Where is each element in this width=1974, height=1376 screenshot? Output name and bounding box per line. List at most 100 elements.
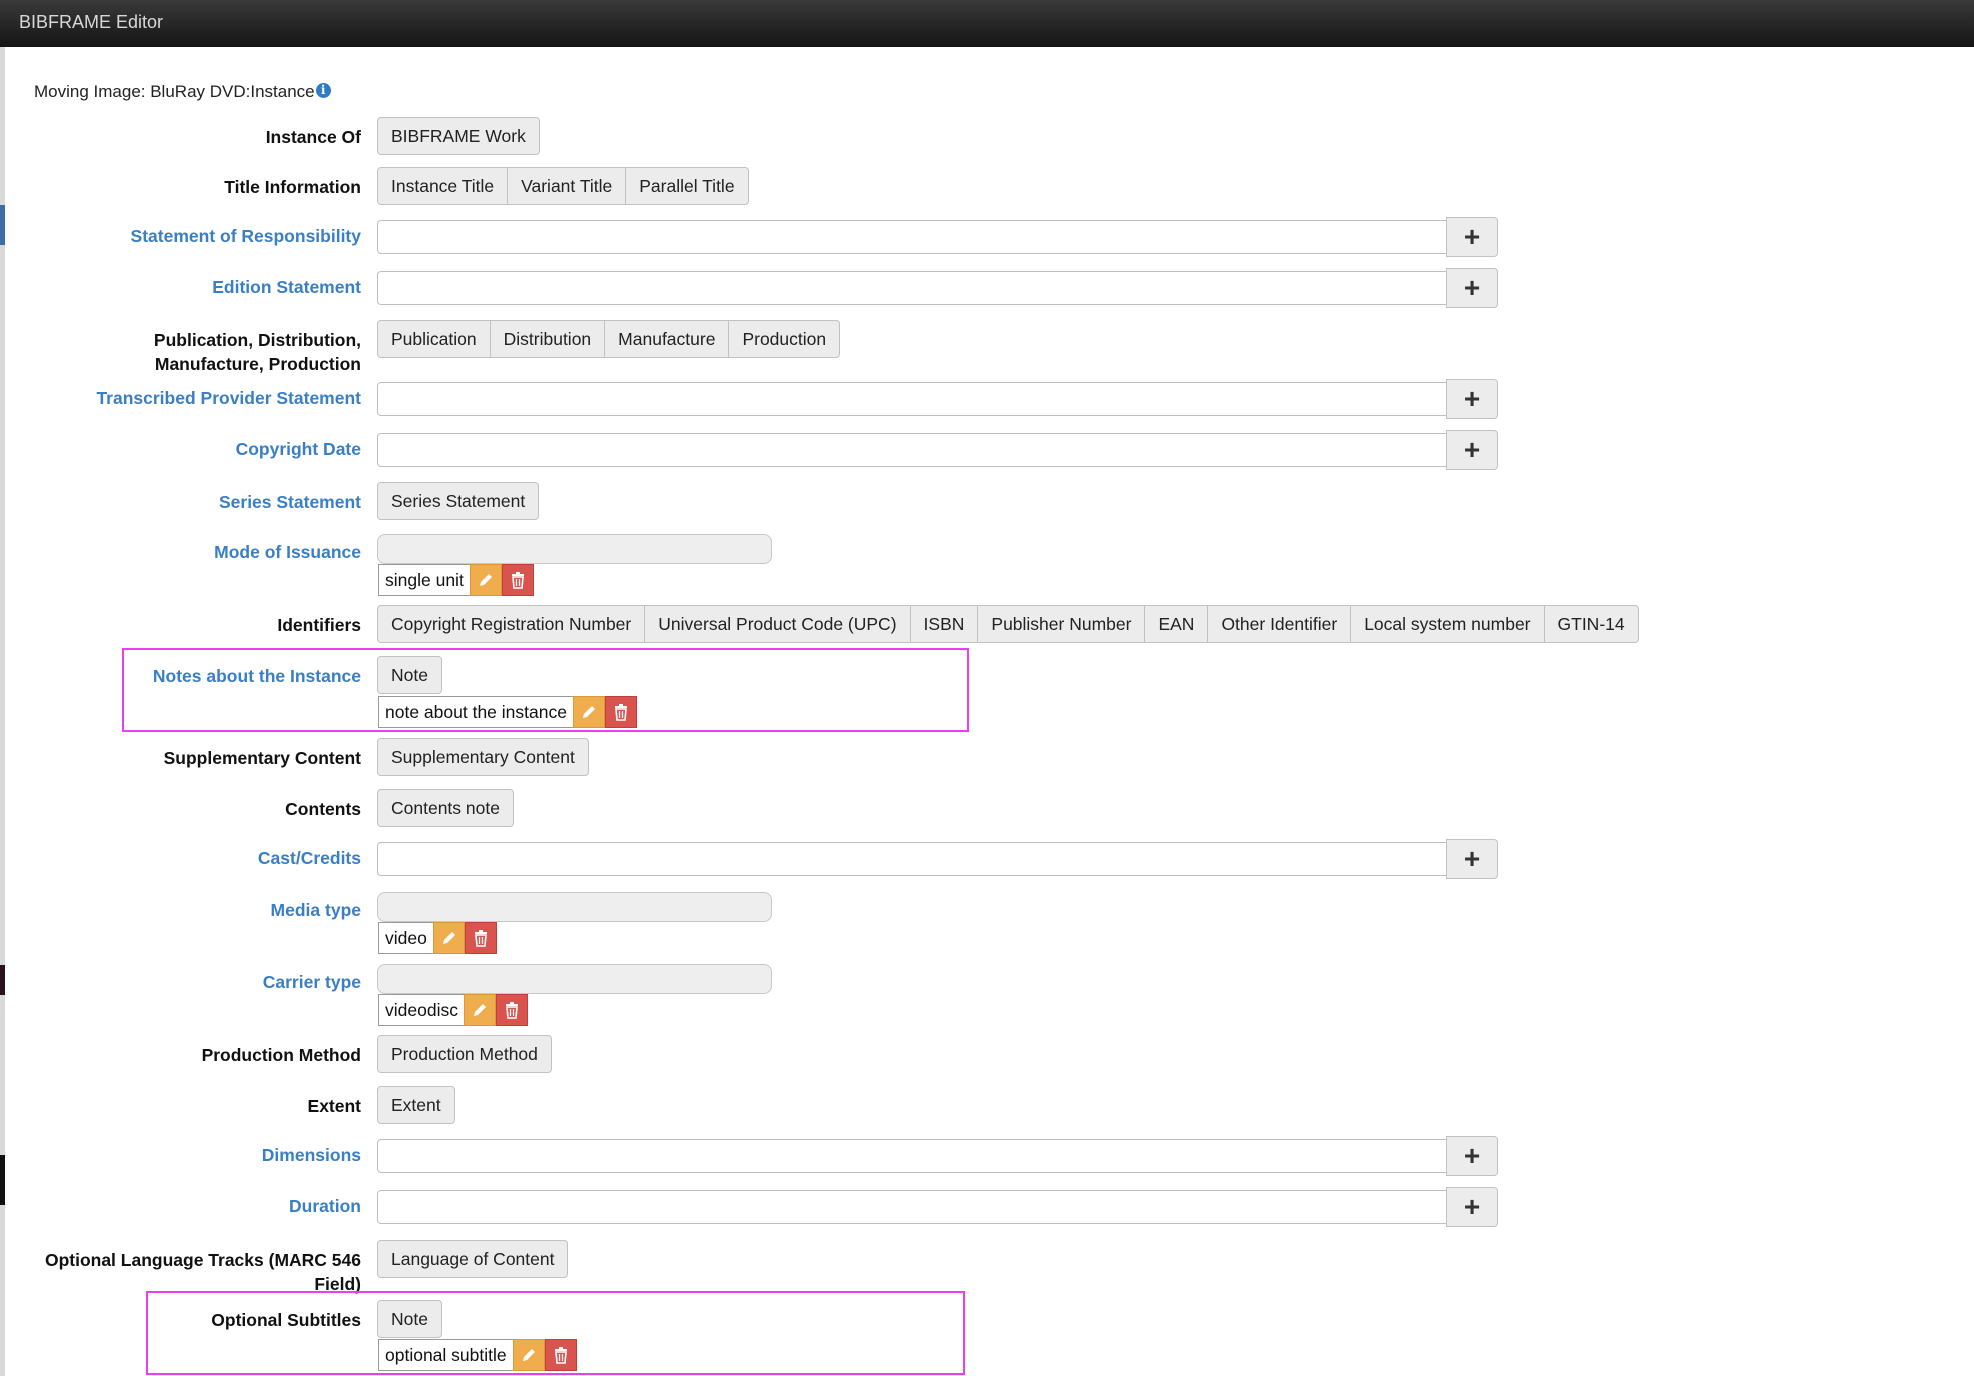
value-chip: videodisc [378, 994, 528, 1026]
field-label[interactable]: Transcribed Provider Statement [0, 386, 361, 410]
variant-title-button[interactable]: Variant Title [507, 167, 627, 205]
value-chip: single unit [378, 564, 534, 596]
isbn-button[interactable]: ISBN [909, 605, 979, 643]
note-button[interactable]: Note [377, 1300, 442, 1338]
trash-icon[interactable] [544, 1339, 577, 1371]
field-label[interactable]: Series Statement [0, 490, 361, 514]
plus-icon: + [1463, 383, 1481, 414]
manufacture-button[interactable]: Manufacture [604, 320, 730, 358]
plus-icon: + [1463, 272, 1481, 303]
button-group: BIBFRAME Work [377, 117, 540, 155]
other-identifier-button[interactable]: Other Identifier [1207, 605, 1352, 643]
publisher-number-button[interactable]: Publisher Number [977, 605, 1146, 643]
trash-icon[interactable] [495, 994, 528, 1026]
pencil-icon[interactable] [469, 564, 502, 596]
add-button[interactable]: + [1446, 379, 1498, 419]
info-icon[interactable]: i [315, 83, 331, 98]
contents-note-button[interactable]: Contents note [377, 789, 514, 827]
field-label: Supplementary Content [163, 748, 361, 768]
field-label[interactable]: Notes about the Instance [0, 664, 361, 688]
button-group: Language of Content [377, 1240, 569, 1278]
button-group: Note [377, 656, 442, 694]
trash-icon[interactable] [604, 696, 637, 728]
media-type-lookup-input[interactable] [377, 892, 772, 922]
plus-icon: + [1463, 1140, 1481, 1171]
production-button[interactable]: Production [728, 320, 841, 358]
plus-icon: + [1463, 843, 1481, 874]
extent-button[interactable]: Extent [377, 1086, 455, 1124]
field-label: Optional Language Tracks (MARC 546 Field… [0, 1248, 361, 1296]
value-chip: note about the instance [378, 696, 637, 728]
button-group: Publication Distribution Manufacture Pro… [377, 320, 841, 358]
field-label[interactable]: Duration [0, 1194, 361, 1218]
carrier-type-lookup-input[interactable] [377, 964, 772, 994]
plus-icon: + [1463, 221, 1481, 252]
pencil-icon[interactable] [432, 922, 465, 954]
field-label: Title Information [224, 177, 361, 197]
chip-label: videodisc [378, 994, 464, 1026]
field-label[interactable]: Dimensions [0, 1143, 361, 1167]
field-label: Extent [307, 1096, 361, 1116]
pencil-icon[interactable] [463, 994, 496, 1026]
field-label: Identifiers [277, 615, 361, 635]
field-label: Production Method [201, 1045, 361, 1065]
edition-statement-input[interactable] [377, 271, 1447, 305]
field-label[interactable]: Media type [0, 898, 361, 922]
chip-label: optional subtitle [378, 1339, 513, 1371]
plus-icon: + [1463, 1191, 1481, 1222]
value-chip: video [378, 922, 497, 954]
add-button[interactable]: + [1446, 430, 1498, 470]
field-label[interactable]: Carrier type [0, 970, 361, 994]
parallel-title-button[interactable]: Parallel Title [625, 167, 749, 205]
field-label[interactable]: Mode of Issuance [0, 540, 361, 564]
copyright-date-input[interactable] [377, 433, 1447, 467]
pencil-icon[interactable] [512, 1339, 545, 1371]
plus-icon: + [1463, 434, 1481, 465]
gtin-14-button[interactable]: GTIN-14 [1543, 605, 1639, 643]
publication-button[interactable]: Publication [377, 320, 491, 358]
button-group: Production Method [377, 1035, 552, 1073]
field-label[interactable]: Copyright Date [0, 437, 361, 461]
dimensions-input[interactable] [377, 1139, 1447, 1173]
field-label: Contents [285, 799, 361, 819]
trash-icon[interactable] [464, 922, 497, 954]
local-system-number-button[interactable]: Local system number [1350, 605, 1545, 643]
series-statement-button[interactable]: Series Statement [377, 482, 540, 520]
field-label: Publication, Distribution, Manufacture, … [0, 328, 361, 376]
value-chip: optional subtitle [378, 1339, 577, 1371]
distribution-button[interactable]: Distribution [489, 320, 606, 358]
transcribed-provider-input[interactable] [377, 382, 1447, 416]
chip-label: note about the instance [378, 696, 573, 728]
pencil-icon[interactable] [572, 696, 605, 728]
add-button[interactable]: + [1446, 1187, 1498, 1227]
copyright-registration-number-button[interactable]: Copyright Registration Number [377, 605, 646, 643]
field-label: Optional Subtitles [211, 1310, 361, 1330]
field-label-line: Manufacture, Production [154, 354, 361, 374]
cast-credits-input[interactable] [377, 842, 1447, 876]
add-button[interactable]: + [1446, 268, 1498, 308]
language-of-content-button[interactable]: Language of Content [377, 1240, 569, 1278]
trash-icon[interactable] [501, 564, 534, 596]
note-button[interactable]: Note [377, 656, 442, 694]
add-button[interactable]: + [1446, 839, 1498, 879]
duration-input[interactable] [377, 1190, 1447, 1224]
form-title-text: Moving Image: BluRay DVD:Instance [34, 82, 315, 101]
button-group: Supplementary Content [377, 738, 589, 776]
supplementary-content-button[interactable]: Supplementary Content [377, 738, 589, 776]
production-method-button[interactable]: Production Method [377, 1035, 552, 1073]
window-titlebar: BIBFRAME Editor [0, 0, 1974, 47]
ean-button[interactable]: EAN [1144, 605, 1209, 643]
bibframe-work-button[interactable]: BIBFRAME Work [377, 117, 540, 155]
field-label[interactable]: Statement of Responsibility [0, 224, 361, 248]
button-group: Extent [377, 1086, 455, 1124]
mode-of-issuance-lookup-input[interactable] [377, 534, 772, 564]
upc-button[interactable]: Universal Product Code (UPC) [644, 605, 911, 643]
window-title: BIBFRAME Editor [19, 12, 164, 32]
instance-title-button[interactable]: Instance Title [377, 167, 509, 205]
field-label: Instance Of [265, 127, 361, 147]
field-label[interactable]: Cast/Credits [0, 846, 361, 870]
add-button[interactable]: + [1446, 217, 1498, 257]
add-button[interactable]: + [1446, 1136, 1498, 1176]
statement-of-responsibility-input[interactable] [377, 220, 1447, 254]
field-label[interactable]: Edition Statement [0, 275, 361, 299]
